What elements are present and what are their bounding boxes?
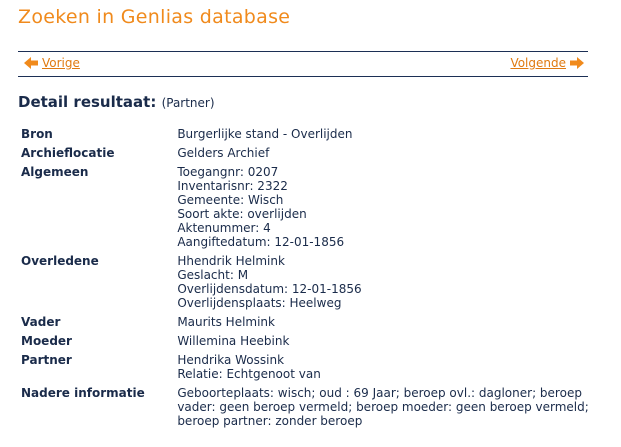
detail-line: Soort akte: overlijden (177, 207, 307, 221)
detail-line: Toegangnr: 0207 (177, 165, 279, 179)
detail-value: Hhendrik Helmink Geslacht: M Overlijdens… (177, 254, 611, 315)
detail-row-partner: Partner Hendrika Wossink Relatie: Echtge… (21, 353, 611, 386)
arrow-left-icon (24, 57, 38, 69)
detail-row-vader: Vader Maurits Helmink (21, 315, 611, 334)
detail-result-title: Detail resultaat: (18, 93, 157, 111)
detail-line: Overlijdensdatum: 12-01-1856 (177, 282, 362, 296)
page-title: Zoeken in Genlias database (18, 6, 291, 28)
detail-table: Bron Burgerlijke stand - Overlijden Arch… (21, 127, 611, 428)
detail-label: Moeder (21, 334, 72, 348)
detail-row-nadere-informatie: Nadere informatie Geboorteplaats: wisch;… (21, 386, 611, 428)
detail-row-bron: Bron Burgerlijke stand - Overlijden (21, 127, 611, 146)
detail-value: Willemina Heebink (177, 334, 611, 353)
detail-line: Burgerlijke stand - Overlijden (177, 127, 353, 141)
next-link[interactable]: Volgende (510, 56, 584, 70)
detail-line: Aangiftedatum: 12-01-1856 (177, 235, 345, 249)
detail-label: Bron (21, 127, 53, 141)
detail-value: Hendrika Wossink Relatie: Echtgenoot van (177, 353, 611, 386)
detail-result-subtitle: (Partner) (161, 96, 215, 110)
detail-line: Geslacht: M (177, 268, 249, 282)
detail-value: Geboorteplaats: wisch; oud : 69 Jaar; be… (177, 386, 611, 428)
detail-value: Gelders Archief (177, 146, 611, 165)
detail-line: Aktenummer: 4 (177, 221, 271, 235)
detail-line: Maurits Helmink (177, 315, 275, 329)
previous-link[interactable]: Vorige (24, 56, 80, 70)
next-link-label: Volgende (510, 56, 566, 70)
detail-result-heading: Detail resultaat: (Partner) (18, 93, 215, 111)
detail-row-overledene: Overledene Hhendrik Helmink Geslacht: M … (21, 254, 611, 315)
detail-line: Gelders Archief (177, 146, 270, 160)
detail-line: Hendrika Wossink (177, 353, 285, 367)
detail-line: Overlijdensplaats: Heelweg (177, 296, 342, 310)
detail-row-archieflocatie: Archieflocatie Gelders Archief (21, 146, 611, 165)
detail-label: Partner (21, 353, 72, 367)
detail-row-moeder: Moeder Willemina Heebink (21, 334, 611, 353)
arrow-right-icon (570, 57, 584, 69)
previous-link-label: Vorige (42, 56, 80, 70)
detail-line: Willemina Heebink (177, 334, 290, 348)
detail-value: Maurits Helmink (177, 315, 611, 334)
detail-line: Inventarisnr: 2322 (177, 179, 288, 193)
detail-text: Geboorteplaats: wisch; oud : 69 Jaar; be… (177, 386, 589, 428)
detail-label: Archieflocatie (21, 146, 115, 160)
detail-label: Algemeen (21, 165, 89, 179)
detail-label: Overledene (21, 254, 99, 268)
detail-label: Nadere informatie (21, 386, 145, 400)
result-navigation: Vorige Volgende (18, 51, 588, 77)
detail-value: Toegangnr: 0207 Inventarisnr: 2322 Gemee… (177, 165, 611, 254)
detail-line: Hhendrik Helmink (177, 254, 285, 268)
detail-line: Relatie: Echtgenoot van (177, 367, 321, 381)
detail-row-algemeen: Algemeen Toegangnr: 0207 Inventarisnr: 2… (21, 165, 611, 254)
detail-value: Burgerlijke stand - Overlijden (177, 127, 611, 146)
detail-label: Vader (21, 315, 61, 329)
detail-line: Gemeente: Wisch (177, 193, 284, 207)
